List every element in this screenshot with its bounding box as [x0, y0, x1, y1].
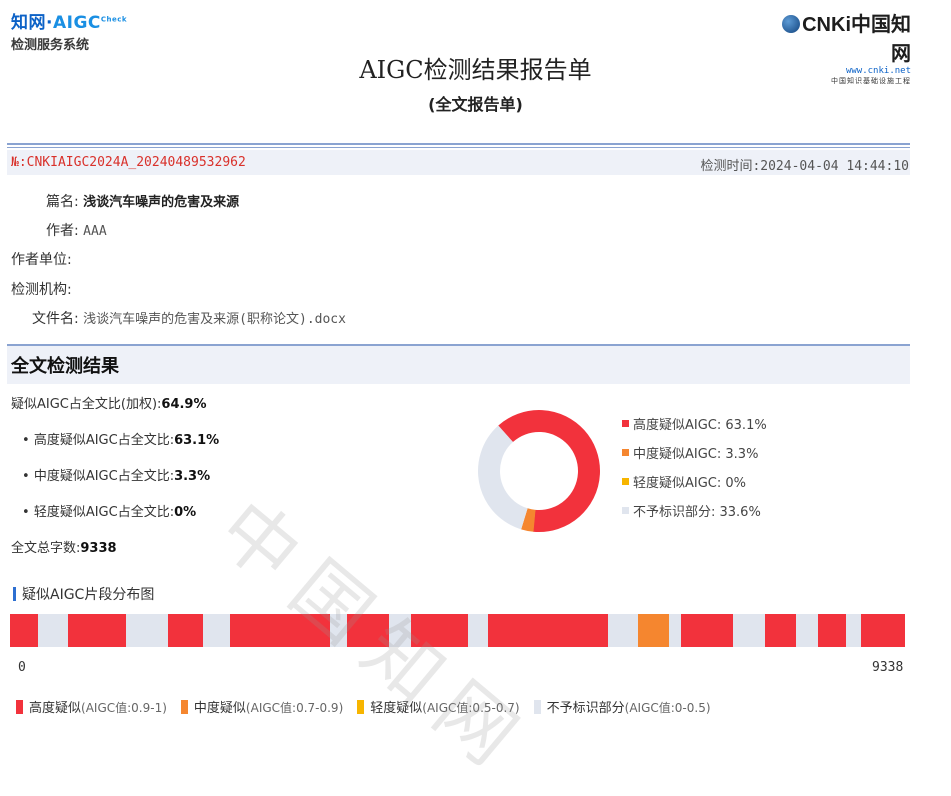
- stat-high-value: 63.1%: [174, 433, 220, 448]
- legend-swatch: [180, 700, 188, 714]
- donut-legend: 高度疑似AIGC: 63.1% 中度疑似AIGC: 3.3% 轻度疑似AIGC: 0…: [622, 414, 862, 530]
- report-subtitle: (全文报告单): [428, 95, 523, 114]
- stat-high-label: 高度疑似AIGC占全文比:: [33, 433, 175, 448]
- stat-low-value: 0%: [174, 505, 197, 520]
- distribution-title-text: 疑似AIGC片段分布图: [22, 587, 155, 603]
- distribution-segment-high: [861, 614, 905, 647]
- check-time: 检测时间:2024-04-04 14:44:10: [700, 155, 909, 174]
- legend-swatch: [622, 420, 629, 427]
- stat-mid: • 中度疑似AIGC占全文比:3.3%: [22, 465, 210, 484]
- legend-swatch: [357, 700, 365, 714]
- distribution-segment-high: [230, 614, 331, 647]
- legend-label: 不予标识部分: [546, 701, 625, 716]
- legend-swatch: [622, 478, 629, 485]
- distribution-segment-high: [488, 614, 609, 647]
- distribution-segment-high: [680, 614, 733, 647]
- meta-title-value: 浅谈汽车噪声的危害及来源: [83, 195, 240, 210]
- legend-range: (AIGC值:0.9-1): [81, 701, 167, 715]
- check-time-value: 2024-04-04 14:44:10: [760, 159, 909, 174]
- legend-label: 轻度疑似: [370, 701, 423, 716]
- logo-text-aigc: AIGC: [52, 13, 101, 33]
- logo-text-check: Check: [100, 15, 128, 24]
- distribution-segment-high: [347, 614, 389, 647]
- meta-affiliation-label: 作者单位:: [11, 252, 72, 268]
- meta-file-value: 浅谈汽车噪声的危害及来源(职称论文).docx: [83, 312, 346, 327]
- distribution-title: 疑似AIGC片段分布图: [13, 584, 154, 604]
- legend-label: 中度疑似: [193, 701, 246, 716]
- meta-author-label: 作者:: [46, 223, 79, 239]
- meta-file: 文件名: 浅谈汽车噪声的危害及来源(职称论文).docx: [32, 308, 346, 328]
- stat-total: 全文总字数:9338: [11, 537, 117, 556]
- stat-low-label: 轻度疑似AIGC占全文比:: [33, 505, 175, 520]
- logo-text-cnki: 知网·: [11, 13, 53, 33]
- legend-label: 高度疑似: [29, 701, 82, 716]
- report-number: №:CNKIAIGC2024A_20240489532962: [11, 155, 246, 170]
- distribution-segment-high: [10, 614, 38, 647]
- axis-end-label: 9338: [872, 660, 904, 675]
- axis-start-label: 0: [18, 660, 26, 675]
- legend-range: (AIGC值:0.5-0.7): [422, 701, 520, 715]
- donut-legend-item-mid: 中度疑似AIGC: 3.3%: [622, 443, 862, 462]
- donut-legend-item-none: 不予标识部分: 33.6%: [622, 501, 862, 520]
- stat-weighted-value: 64.9%: [161, 397, 207, 412]
- distribution-segment-high: [765, 614, 796, 647]
- distribution-legend-item-high: 高度疑似(AIGC值:0.9-1): [16, 700, 167, 716]
- legend-swatch: [16, 700, 23, 714]
- legend-label: 轻度疑似AIGC: 0%: [633, 476, 747, 491]
- distribution-legend-item-mid: 中度疑似(AIGC值:0.7-0.9): [180, 700, 344, 716]
- section-header-bar: [7, 344, 910, 384]
- meta-title-label: 篇名:: [46, 194, 79, 210]
- legend-label: 中度疑似AIGC: 3.3%: [633, 447, 759, 462]
- header-rule: [7, 143, 910, 145]
- legend-range: (AIGC值:0-0.5): [624, 701, 711, 715]
- distribution-legend: 高度疑似(AIGC值:0.9-1) 中度疑似(AIGC值:0.7-0.9) 轻度疑似…: [16, 697, 725, 716]
- meta-affiliation: 作者单位:: [11, 249, 72, 269]
- stat-total-value: 9338: [80, 541, 117, 556]
- meta-file-label: 文件名:: [32, 311, 79, 327]
- distribution-segment-high: [817, 614, 846, 647]
- aigc-donut-chart: [478, 410, 600, 532]
- report-title: AIGC检测结果报告单: [359, 56, 592, 84]
- legend-swatch: [533, 700, 541, 714]
- header-rule-thin: [7, 147, 910, 148]
- meta-institution-label: 检测机构:: [11, 282, 72, 298]
- meta-title: 篇名: 浅谈汽车噪声的危害及来源: [46, 191, 239, 211]
- meta-author: 作者: AAA: [46, 220, 107, 240]
- donut-legend-item-high: 高度疑似AIGC: 63.1%: [622, 414, 862, 433]
- distribution-legend-item-none: 不予标识部分(AIGC值:0-0.5): [533, 700, 711, 716]
- distribution-legend-item-low: 轻度疑似(AIGC值:0.5-0.7): [357, 700, 520, 716]
- stat-mid-label: 中度疑似AIGC占全文比:: [33, 469, 175, 484]
- stat-weighted: 疑似AIGC占全文比(加权):64.9%: [11, 393, 207, 412]
- distribution-segment-mid: [637, 614, 670, 647]
- legend-label: 高度疑似AIGC: 63.1%: [633, 418, 767, 433]
- stat-high: • 高度疑似AIGC占全文比:63.1%: [22, 429, 219, 448]
- distribution-segment-high: [410, 614, 469, 647]
- stat-mid-value: 3.3%: [174, 469, 211, 484]
- stat-low: • 轻度疑似AIGC占全文比:0%: [22, 501, 196, 520]
- legend-swatch: [622, 449, 629, 456]
- distribution-segment-high: [67, 614, 126, 647]
- section-title: 全文检测结果: [11, 356, 119, 377]
- meta-institution: 检测机构:: [11, 279, 72, 299]
- bullet-icon: •: [22, 469, 34, 484]
- bullet-icon: •: [22, 433, 34, 448]
- globe-icon: [782, 15, 801, 33]
- legend-swatch: [622, 507, 629, 514]
- distribution-bar: [10, 614, 905, 647]
- stat-weighted-label: 疑似AIGC占全文比(加权):: [11, 397, 162, 412]
- section-marker: [13, 587, 16, 601]
- distribution-segment-high: [168, 614, 203, 647]
- legend-range: (AIGC值:0.7-0.9): [245, 701, 344, 715]
- stat-total-label: 全文总字数:: [11, 541, 81, 556]
- check-time-label: 检测时间:: [700, 159, 761, 174]
- legend-label: 不予标识部分: 33.6%: [633, 505, 761, 520]
- donut-legend-item-low: 轻度疑似AIGC: 0%: [622, 472, 862, 491]
- meta-author-value: AAA: [83, 224, 107, 239]
- aigc-check-logo: 知网·AIGCCheck 检测服务系统: [11, 8, 127, 53]
- bullet-icon: •: [22, 505, 34, 520]
